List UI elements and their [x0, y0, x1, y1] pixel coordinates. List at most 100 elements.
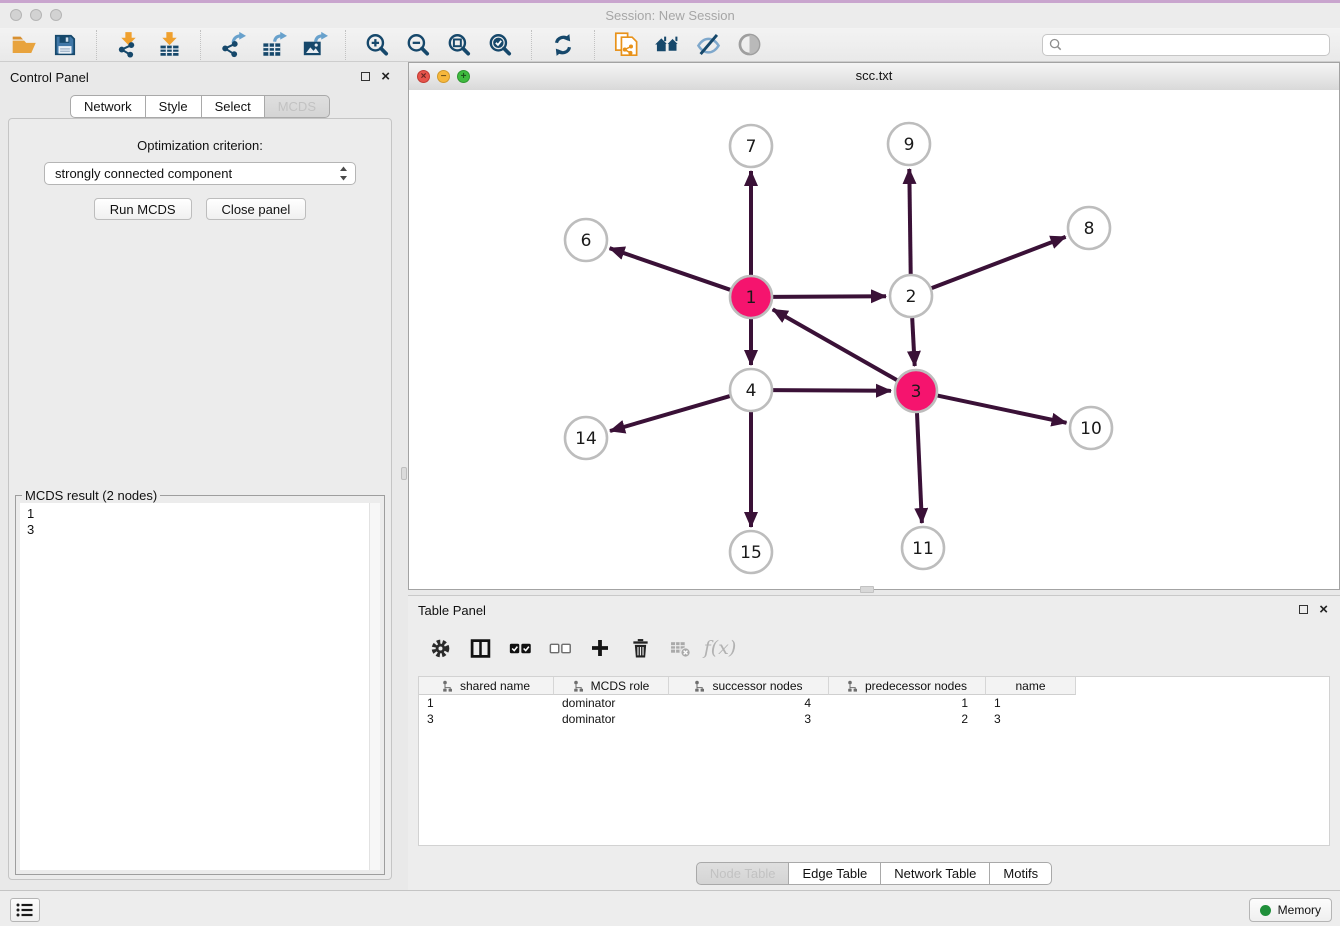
- delete-column-button[interactable]: [628, 636, 652, 660]
- result-scrollbar[interactable]: [369, 503, 380, 870]
- unselect-all-columns-button[interactable]: [548, 636, 572, 660]
- tab-network[interactable]: Network: [70, 95, 146, 118]
- cell-name: 1: [986, 696, 1076, 710]
- zoom-selected-button[interactable]: [486, 31, 514, 59]
- export-network-button[interactable]: [218, 31, 246, 59]
- import-network-button[interactable]: [114, 31, 142, 59]
- run-mcds-button[interactable]: Run MCDS: [94, 198, 192, 220]
- open-session-button[interactable]: [10, 31, 38, 59]
- sitemap-icon: [573, 680, 585, 692]
- cell-MCDS-role: dominator: [554, 712, 669, 726]
- task-history-button[interactable]: [10, 898, 40, 922]
- graph-node-4[interactable]: 4: [730, 369, 772, 411]
- graph-node-label: 14: [575, 429, 597, 449]
- first-neighbors-button[interactable]: [653, 31, 681, 59]
- export-image-button[interactable]: [300, 31, 328, 59]
- column-header-successor-nodes[interactable]: successor nodes: [669, 677, 829, 695]
- graph-node-1[interactable]: 1: [730, 276, 772, 318]
- toolbar-separator: [200, 30, 201, 60]
- hide-selected-button[interactable]: [694, 31, 722, 59]
- graph-node-10[interactable]: 10: [1070, 407, 1112, 449]
- import-table-button[interactable]: [155, 31, 183, 59]
- tab-edge-table[interactable]: Edge Table: [788, 862, 881, 885]
- export-table-button[interactable]: [259, 31, 287, 59]
- column-header-name[interactable]: name: [986, 677, 1076, 695]
- search-input[interactable]: [1066, 37, 1323, 53]
- table-row[interactable]: 3dominator323: [419, 711, 1329, 727]
- mcds-result-list[interactable]: 13: [20, 503, 370, 870]
- frame-close-button[interactable]: ×: [417, 70, 430, 83]
- graph-node-2[interactable]: 2: [890, 275, 932, 317]
- tab-style[interactable]: Style: [145, 95, 202, 118]
- table-settings-button[interactable]: [428, 636, 452, 660]
- cell-MCDS-role: dominator: [554, 696, 669, 710]
- network-graph[interactable]: 7 9 6 8 1 2 4 3 14 10 15 11: [409, 90, 1339, 589]
- graph-edge-3-1[interactable]: [773, 309, 897, 380]
- splitter-handle[interactable]: [860, 586, 874, 593]
- zoom-fit-button[interactable]: [445, 31, 473, 59]
- graph-edge-1-2[interactable]: [773, 296, 886, 297]
- zoom-out-button[interactable]: [404, 31, 432, 59]
- list-icon: [15, 902, 35, 918]
- fx-icon: f(x): [704, 636, 737, 660]
- column-header-MCDS-role[interactable]: MCDS role: [554, 677, 669, 695]
- table-tabs: Node TableEdge TableNetwork TableMotifs: [408, 862, 1340, 885]
- graph-node-11[interactable]: 11: [902, 527, 944, 569]
- float-panel-icon[interactable]: [1299, 605, 1308, 614]
- column-header-shared-name[interactable]: shared name: [419, 677, 554, 695]
- graph-edge-1-6[interactable]: [610, 248, 731, 290]
- criterion-select[interactable]: strongly connected component: [44, 162, 356, 185]
- tab-network-table[interactable]: Network Table: [880, 862, 990, 885]
- memory-label: Memory: [1278, 903, 1321, 917]
- zoom-out-icon: [405, 32, 431, 58]
- network-canvas[interactable]: 7 9 6 8 1 2 4 3 14 10 15 11: [409, 90, 1339, 589]
- cell-name: 3: [986, 712, 1076, 726]
- cell-predecessor-nodes: 1: [829, 696, 986, 710]
- close-panel-icon[interactable]: ×: [381, 71, 390, 82]
- column-header-predecessor-nodes[interactable]: predecessor nodes: [829, 677, 986, 695]
- graph-edge-4-3[interactable]: [773, 390, 891, 391]
- splitter-handle[interactable]: [401, 467, 407, 480]
- float-panel-icon[interactable]: [361, 72, 370, 81]
- graph-edge-3-10[interactable]: [938, 396, 1067, 423]
- tab-node-table[interactable]: Node Table: [696, 862, 790, 885]
- new-network-from-selection-button[interactable]: [612, 31, 640, 59]
- graph-node-8[interactable]: 8: [1068, 207, 1110, 249]
- graph-node-6[interactable]: 6: [565, 219, 607, 261]
- zoom-window-button[interactable]: [50, 9, 62, 21]
- graph-node-14[interactable]: 14: [565, 417, 607, 459]
- graph-edge-2-3[interactable]: [912, 318, 915, 366]
- close-panel-icon[interactable]: ×: [1319, 604, 1328, 615]
- refresh-view-button[interactable]: [549, 31, 577, 59]
- close-panel-button[interactable]: Close panel: [206, 198, 307, 220]
- close-window-button[interactable]: [10, 9, 22, 21]
- tab-select[interactable]: Select: [201, 95, 265, 118]
- frame-minimize-button[interactable]: −: [437, 70, 450, 83]
- memory-button[interactable]: Memory: [1249, 898, 1332, 922]
- graph-node-7[interactable]: 7: [730, 125, 772, 167]
- frame-maximize-button[interactable]: +: [457, 70, 470, 83]
- graph-edge-2-9[interactable]: [909, 169, 910, 274]
- show-column-selector-button[interactable]: [468, 636, 492, 660]
- mcds-panel: Optimization criterion: strongly connect…: [8, 118, 392, 880]
- vertical-splitter[interactable]: [400, 62, 408, 890]
- optimization-criterion-label: Optimization criterion:: [9, 138, 391, 153]
- trash-icon: [630, 638, 651, 659]
- graph-edge-4-14[interactable]: [610, 396, 730, 431]
- graph-edge-2-8[interactable]: [932, 237, 1066, 288]
- graph-node-3[interactable]: 3: [895, 370, 937, 412]
- zoom-in-button[interactable]: [363, 31, 391, 59]
- graph-node-15[interactable]: 15: [730, 531, 772, 573]
- graph-node-label: 10: [1080, 419, 1102, 439]
- tab-motifs[interactable]: Motifs: [989, 862, 1052, 885]
- gear-icon: [430, 638, 451, 659]
- table-row[interactable]: 1dominator411: [419, 695, 1329, 711]
- save-session-button[interactable]: [51, 31, 79, 59]
- create-column-button[interactable]: [588, 636, 612, 660]
- select-all-columns-button[interactable]: [508, 636, 532, 660]
- graph-edge-3-11[interactable]: [917, 413, 922, 523]
- minimize-window-button[interactable]: [30, 9, 42, 21]
- tab-mcds[interactable]: MCDS: [264, 95, 330, 118]
- graph-node-9[interactable]: 9: [888, 123, 930, 165]
- toolbar-separator: [531, 30, 532, 60]
